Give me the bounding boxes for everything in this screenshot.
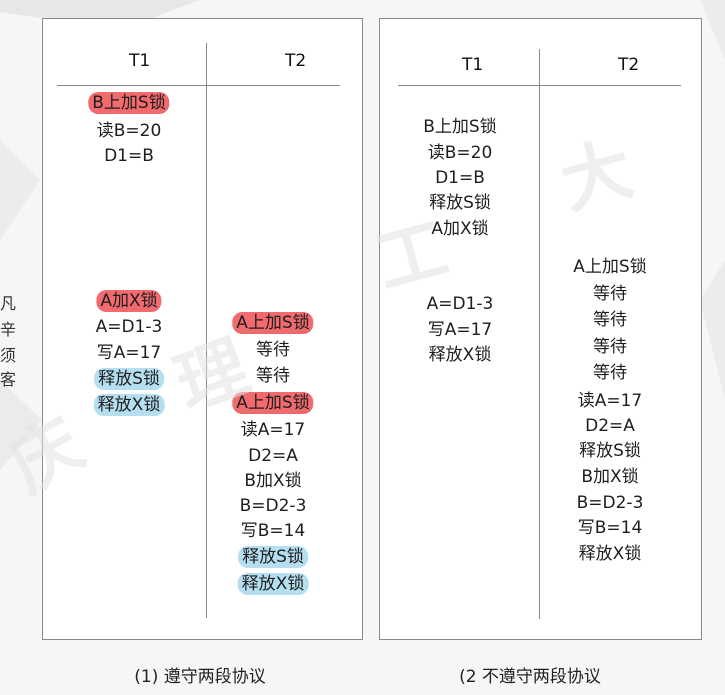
step-item: D1=B (435, 168, 485, 188)
step-item: 等待 (593, 310, 627, 330)
side-fragment-1: 凡 (0, 294, 17, 313)
step-item: B加X锁 (581, 467, 639, 487)
step-item: A上加S锁 (232, 312, 314, 334)
step-item: 写B=14 (240, 521, 306, 541)
step-item: 等待 (593, 363, 627, 383)
header-t2: T2 (285, 51, 307, 71)
side-fragment-4: 客 (0, 370, 17, 389)
header-t2: T2 (618, 55, 640, 75)
step-item: 写B=14 (577, 518, 643, 538)
step-item: D1=B (104, 146, 154, 166)
caption-left: (1) 遵守两段协议 (134, 667, 266, 687)
step-item: B上加S锁 (423, 117, 497, 137)
panel-two-phase-violating: T1 T2 B上加S锁 读B=20 D1=B 释放S锁 A加X锁 A=D1-3 写A=17 释… (379, 18, 702, 640)
step-item: 写A=17 (96, 343, 162, 363)
side-fragment-3: 须 (0, 346, 17, 365)
step-item: 释放X锁 (93, 394, 165, 416)
step-item: B=D2-3 (239, 496, 307, 516)
step-item: 读A=17 (577, 391, 643, 411)
step-item: D2=A (248, 446, 298, 466)
step-item: B上加S锁 (88, 92, 170, 114)
caption-right: (2 不遵守两段协议 (459, 667, 601, 687)
step-item: 等待 (593, 284, 627, 304)
step-item: 写A=17 (427, 320, 493, 340)
step-item: 释放S锁 (579, 441, 641, 461)
step-item: A上加S锁 (573, 257, 647, 277)
step-item: B加X锁 (244, 471, 302, 491)
header-t1: T1 (462, 55, 484, 75)
side-fragment-2: 辛 (0, 320, 17, 339)
step-item: 释放X锁 (578, 544, 642, 564)
step-item: B=D2-3 (576, 493, 644, 513)
header-t1: T1 (129, 51, 151, 71)
step-item: 释放S锁 (238, 546, 308, 568)
step-item: 释放X锁 (428, 345, 492, 365)
step-item: 等待 (256, 366, 290, 386)
step-item: A=D1-3 (95, 317, 163, 337)
step-item: 等待 (256, 340, 290, 360)
step-item: 释放X锁 (237, 573, 309, 595)
step-item: D2=A (585, 416, 635, 436)
step-item: 释放S锁 (94, 368, 164, 390)
header-divider (57, 85, 340, 86)
step-item: A加X锁 (96, 290, 162, 312)
step-item: 读A=17 (240, 420, 306, 440)
step-item: 等待 (593, 337, 627, 357)
step-item: 读B=20 (427, 143, 493, 163)
column-divider (539, 49, 540, 619)
step-item: 读B=20 (96, 121, 162, 141)
